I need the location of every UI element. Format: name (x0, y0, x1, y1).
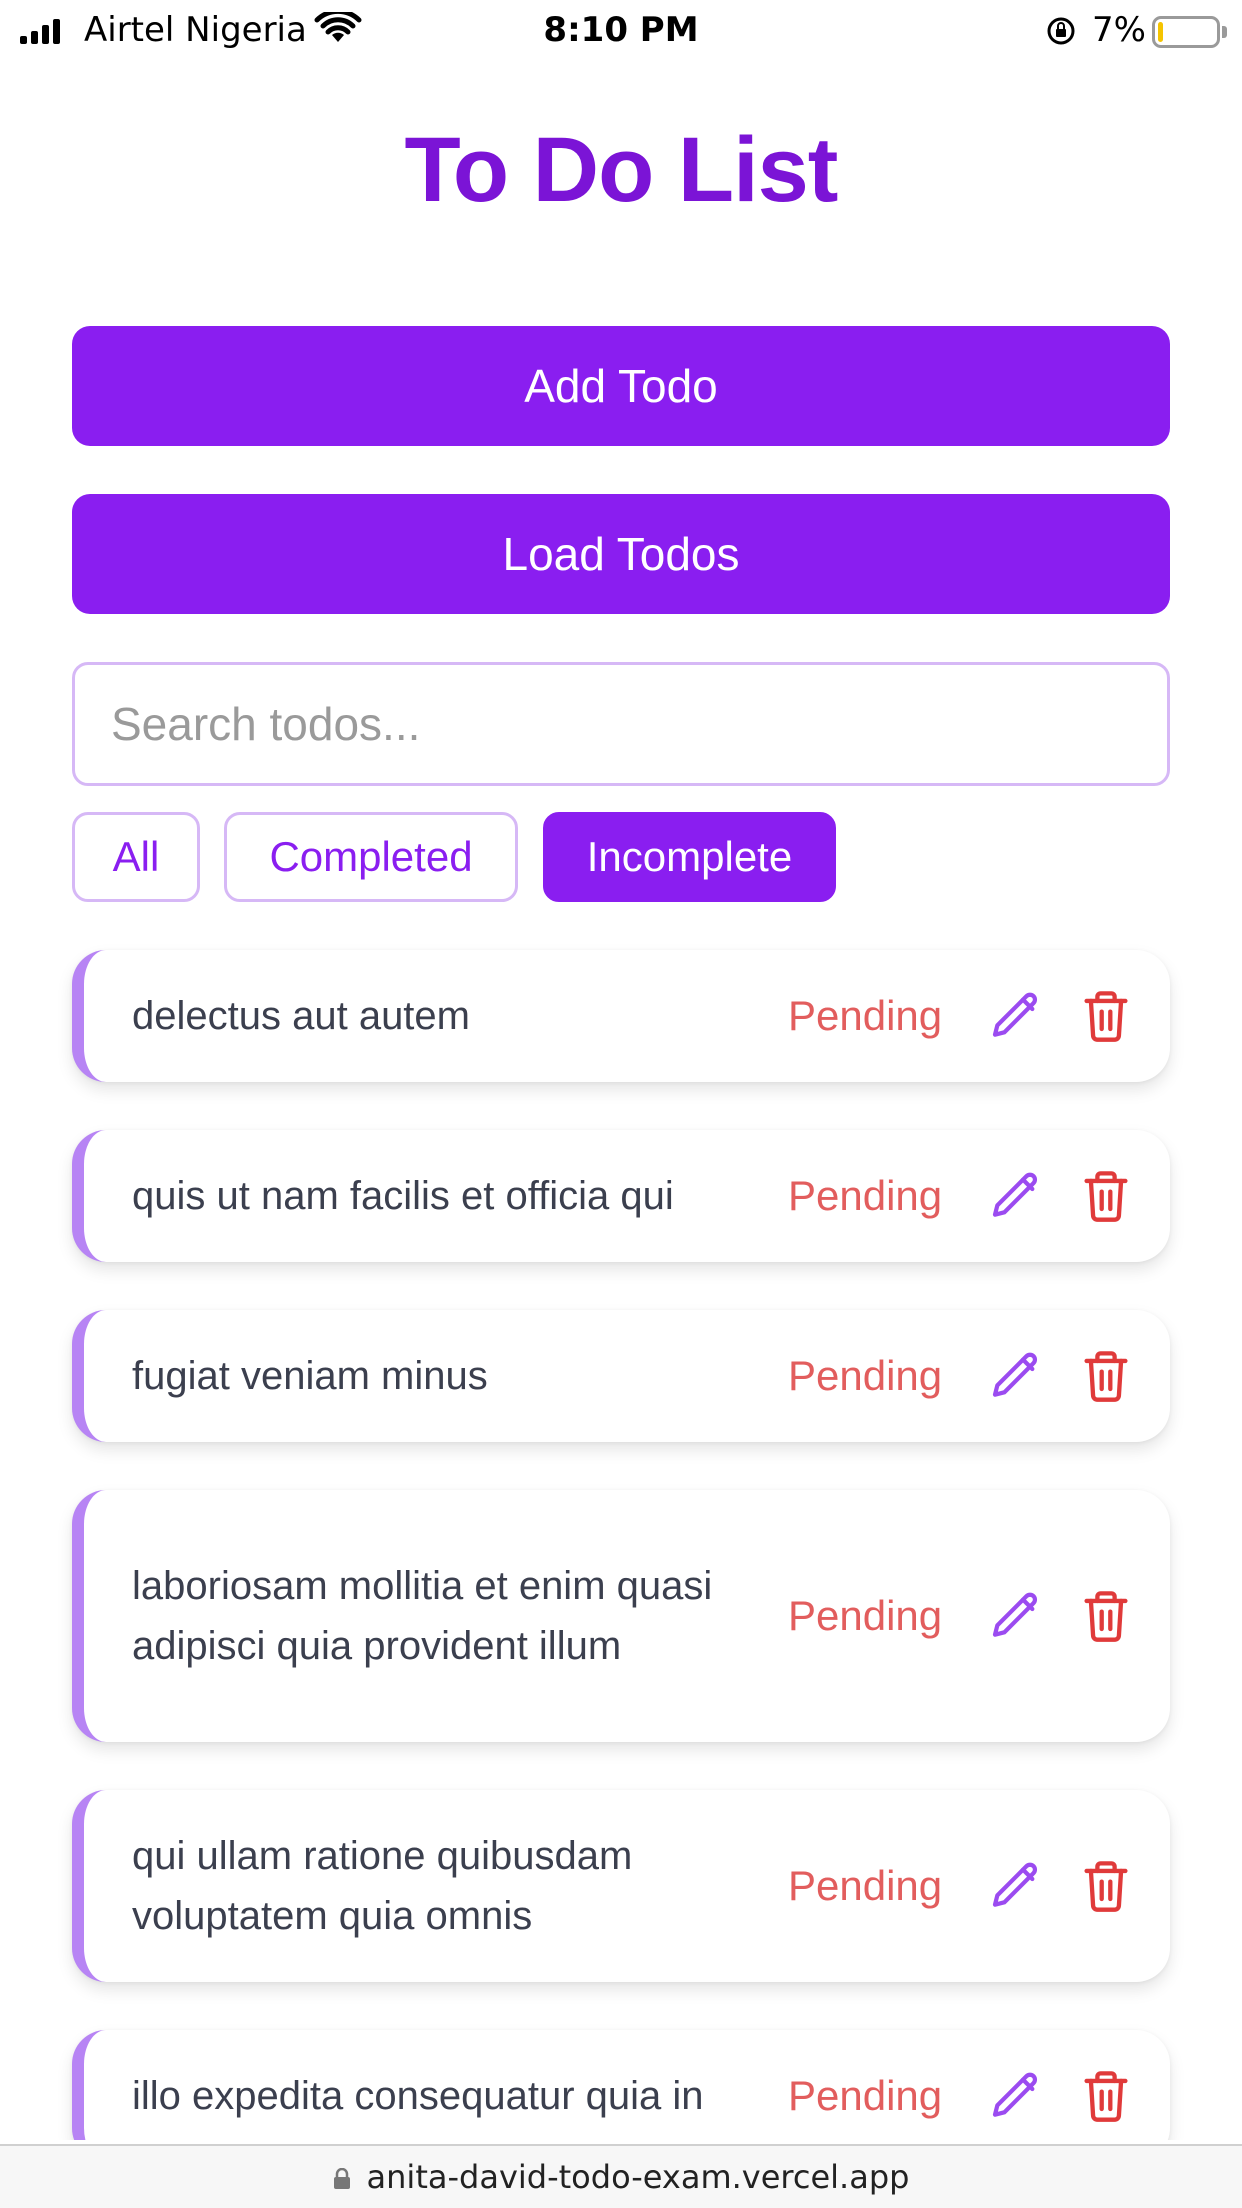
browser-url-bar[interactable]: anita-david-todo-exam.vercel.app (0, 2144, 1242, 2208)
edit-pencil-icon[interactable] (988, 1588, 1044, 1644)
edit-pencil-icon[interactable] (988, 988, 1044, 1044)
edit-pencil-icon[interactable] (988, 2068, 1044, 2124)
todo-status-badge: Pending (788, 1862, 943, 1909)
todo-item: fugiat veniam minus Pending (72, 1310, 1170, 1442)
edit-pencil-icon[interactable] (988, 1348, 1044, 1404)
todo-text: fugiat veniam minus (132, 1354, 488, 1398)
todo-status-badge: Pending (788, 992, 943, 1039)
edit-pencil-icon[interactable] (988, 1168, 1044, 1224)
delete-trash-icon[interactable] (1080, 2068, 1132, 2124)
edit-pencil-icon[interactable] (988, 1858, 1044, 1914)
todo-status-badge: Pending (788, 2072, 943, 2119)
todo-status-badge: Pending (788, 1352, 943, 1399)
delete-trash-icon[interactable] (1080, 1858, 1132, 1914)
app-screen: Airtel Nigeria 8:10 PM 7% To Do List Add… (0, 0, 1242, 2208)
todo-status-badge: Pending (788, 1172, 943, 1219)
todo-text: quis ut nam facilis et officia qui (132, 1174, 674, 1218)
todo-text: qui ullam ratione quibusdam voluptatem q… (132, 1834, 633, 1938)
todo-item: qui ullam ratione quibusdam voluptatem q… (72, 1790, 1170, 1982)
todo-item: illo expedita consequatur quia in Pendin… (72, 2030, 1170, 2140)
todo-text: delectus aut autem (132, 994, 470, 1038)
todo-text: illo expedita consequatur quia in (132, 2074, 704, 2118)
todo-list: delectus aut autem Pending quis ut nam f… (0, 0, 1242, 2140)
padlock-icon (333, 2168, 350, 2189)
todo-item: quis ut nam facilis et officia qui Pendi… (72, 1130, 1170, 1262)
todo-text: laboriosam mollitia et enim quasi adipis… (132, 1564, 713, 1668)
todo-item: laboriosam mollitia et enim quasi adipis… (72, 1490, 1170, 1742)
url-text: anita-david-todo-exam.vercel.app (366, 2158, 910, 2196)
todo-status-badge: Pending (788, 1592, 943, 1639)
todo-item: delectus aut autem Pending (72, 950, 1170, 1082)
delete-trash-icon[interactable] (1080, 988, 1132, 1044)
delete-trash-icon[interactable] (1080, 1168, 1132, 1224)
delete-trash-icon[interactable] (1080, 1588, 1132, 1644)
delete-trash-icon[interactable] (1080, 1348, 1132, 1404)
